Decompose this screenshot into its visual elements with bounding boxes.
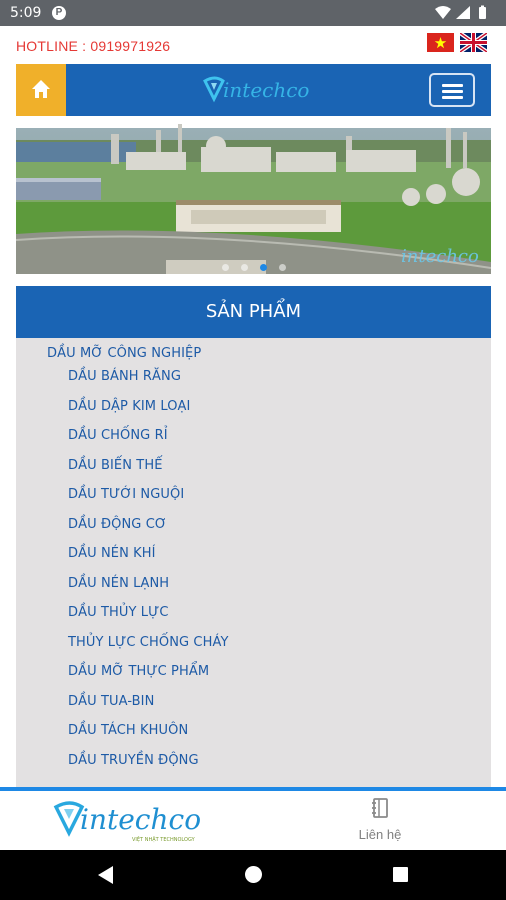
product-item[interactable]: DẦU ĐỘNG CƠ [68,517,229,547]
status-time: 5:09 [10,5,42,21]
back-icon[interactable] [98,866,114,884]
product-item[interactable]: DẦU BÁNH RĂNG [68,369,229,399]
slide-indicators [16,264,491,271]
category-link[interactable]: DẦU MỠ CÔNG NGHIỆP [47,346,201,361]
status-bar: 5:09 P [0,0,506,26]
product-item[interactable]: DẦU NÉN LẠNH [68,576,229,606]
uk-flag-icon[interactable] [460,33,487,52]
product-item[interactable]: DẦU TƯỚI NGUỘI [68,487,229,517]
product-item[interactable]: DẦU BIẾN THẾ [68,458,229,488]
intechco-bottom-logo[interactable]: intechco VIỆT NHẬT TECHNOLOGY [52,797,202,845]
system-nav-bar [0,850,506,900]
slide-dot[interactable] [221,264,229,271]
home-circle-icon[interactable] [245,866,262,883]
factory-banner-image: intechco [16,122,491,274]
product-item[interactable]: DẦU TUA-BIN [68,694,229,724]
product-item[interactable]: DẦU DẬP KIM LOẠI [68,399,229,429]
svg-text:VIỆT NHẬT TECHNOLOGY: VIỆT NHẬT TECHNOLOGY [132,835,196,843]
vietnam-flag-icon[interactable] [427,33,454,52]
contact-label: Liên hệ [358,827,402,842]
recent-apps-icon[interactable] [393,867,408,882]
hamburger-menu-button[interactable] [429,73,475,107]
contact-book-icon [372,798,388,818]
slide-dot-active[interactable] [259,264,267,271]
product-item[interactable]: THỦY LỰC CHỐNG CHÁY [68,635,229,665]
hotline-text[interactable]: HOTLINE : 0919971926 [16,38,170,54]
intechco-logo[interactable]: intechco [201,73,311,107]
products-panel: SẢN PHẨM DẦU MỠ CÔNG NGHIỆP DẦU BÁNH RĂN… [16,286,491,790]
home-button[interactable] [16,64,66,116]
bottom-nav: intechco VIỆT NHẬT TECHNOLOGY Liên hệ [0,791,506,850]
product-item[interactable]: DẦU MỠ THỰC PHẨM [68,664,229,694]
product-list: DẦU BÁNH RĂNG DẦU DẬP KIM LOẠI DẦU CHỐNG… [68,369,229,782]
svg-text:intechco: intechco [80,803,201,836]
signal-icon [456,6,470,19]
notification-icon: P [52,6,66,20]
hamburger-menu-icon [442,84,463,87]
slide-dot[interactable] [240,264,248,271]
home-icon [32,80,50,98]
product-item[interactable]: DẦU NÉN KHÍ [68,546,229,576]
slide-dot[interactable] [278,264,286,271]
banner-slideshow[interactable]: intechco [16,122,491,274]
product-item[interactable]: DẦU CHỐNG RỈ [68,428,229,458]
product-item[interactable]: DẦU TÁCH KHUÔN [68,723,229,753]
products-heading: SẢN PHẨM [16,286,491,338]
product-item[interactable]: DẦU TRUYỀN ĐỘNG [68,753,229,783]
product-item[interactable]: DẦU THỦY LỰC [68,605,229,635]
contact-tab[interactable]: Liên hệ [350,797,410,842]
status-icons [434,5,496,26]
hotline-bar: HOTLINE : 0919971926 [0,26,506,64]
battery-icon [479,7,486,19]
wifi-icon [435,6,451,19]
svg-text:intechco: intechco [223,78,309,102]
header-bar: intechco [16,64,491,116]
